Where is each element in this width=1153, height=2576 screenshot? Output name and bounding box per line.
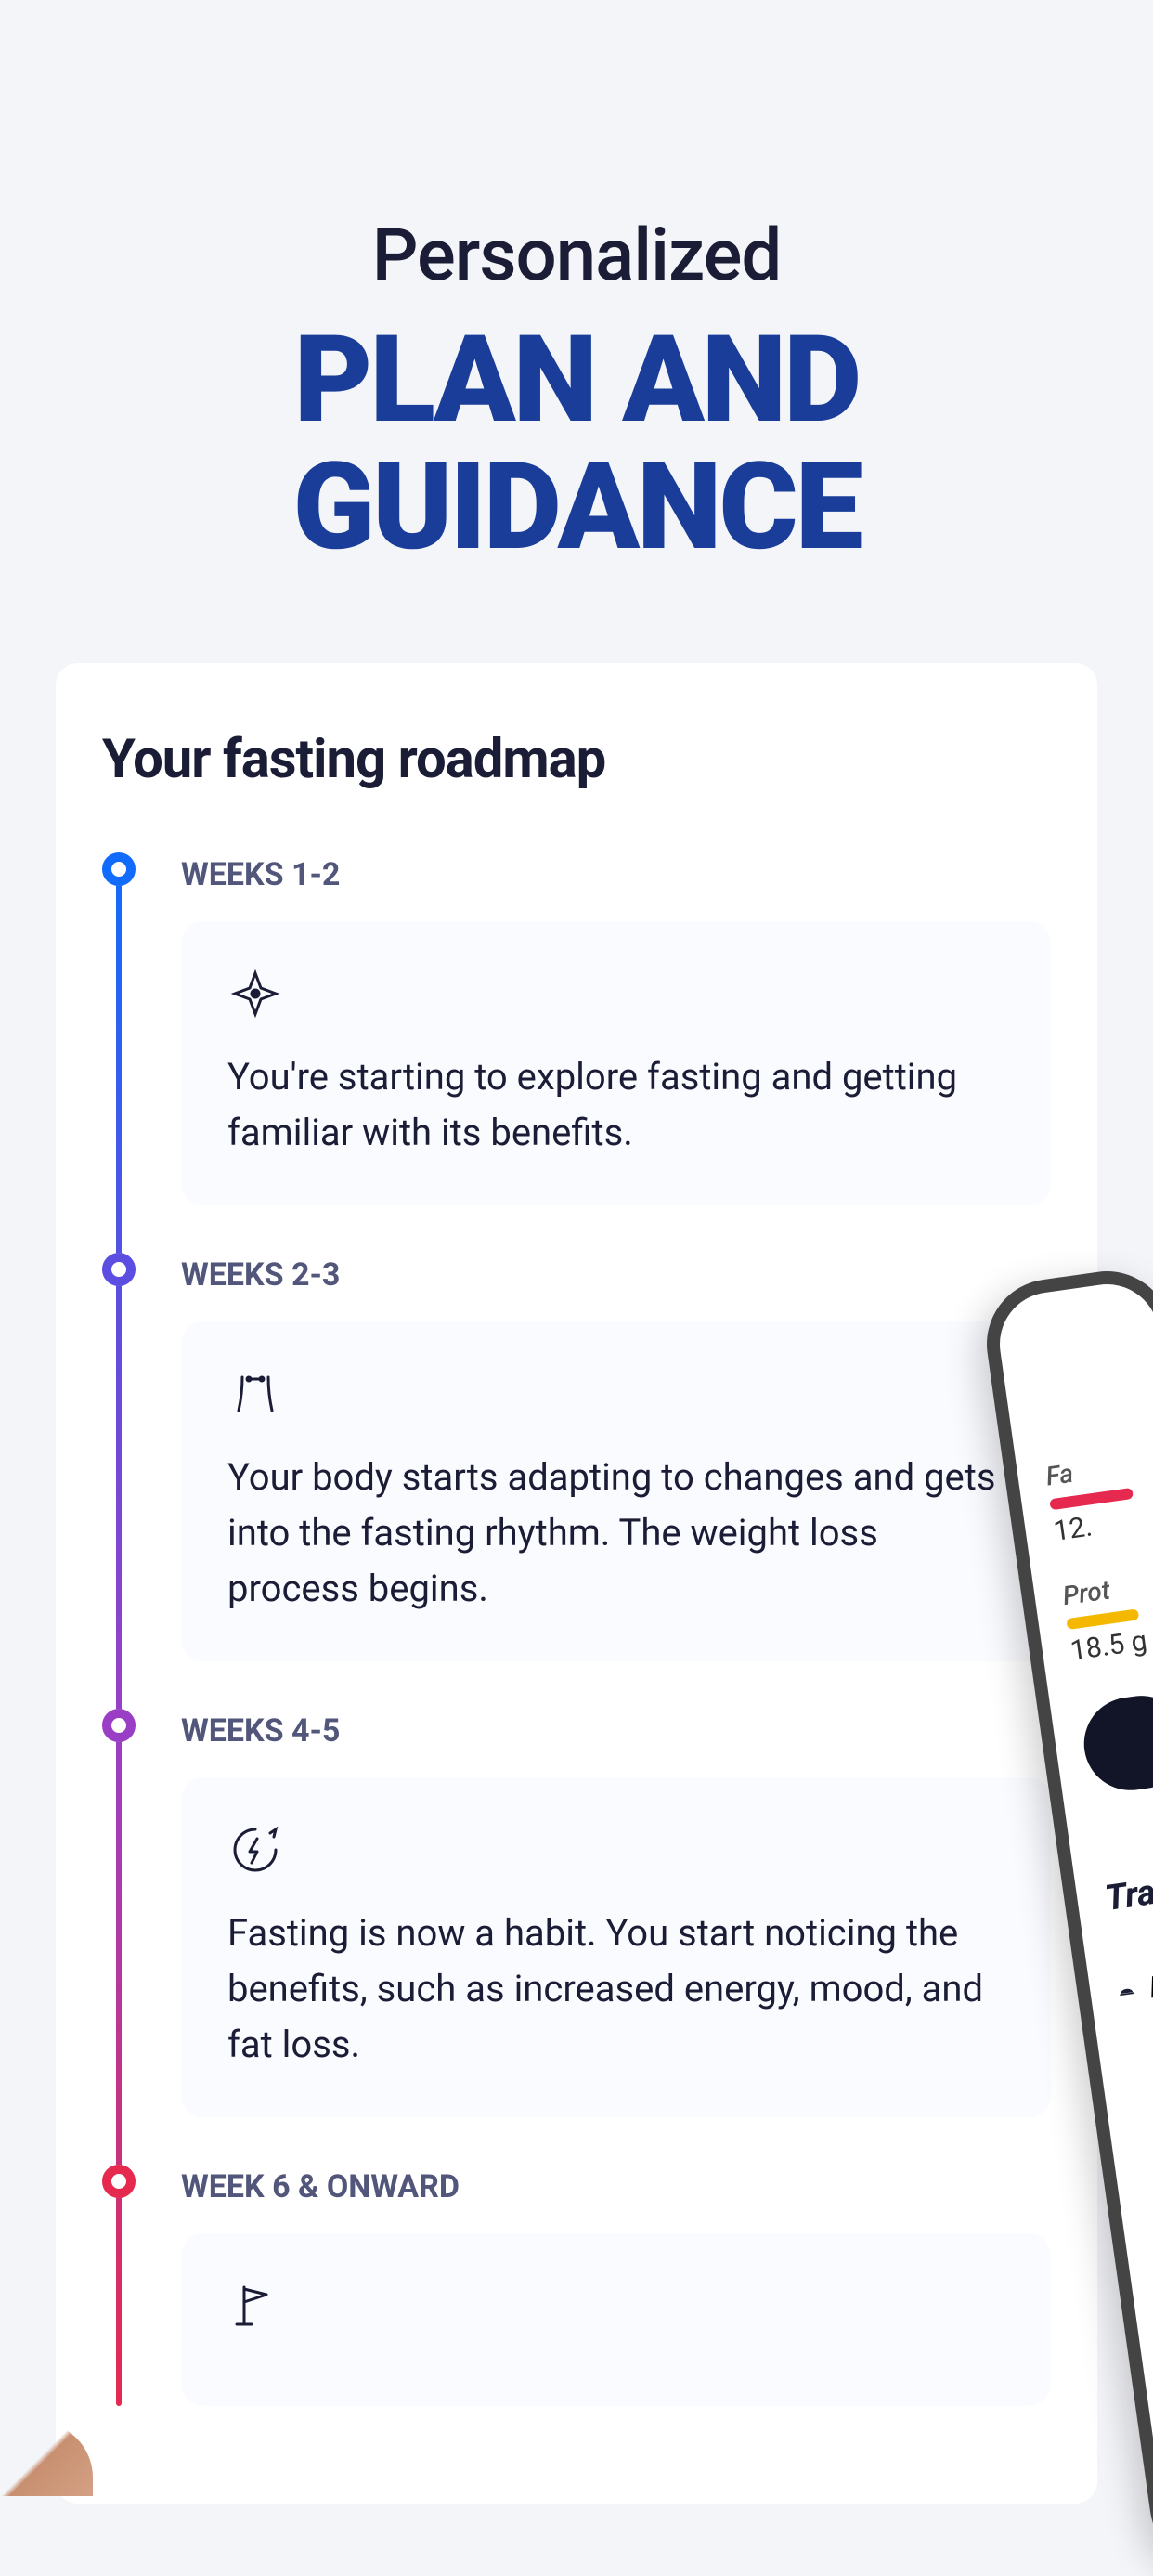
dot-icon [102,852,136,886]
roadmap-card: Fasting is now a habit. You start notici… [181,1777,1051,2117]
hero-subtitle: Personalized [0,214,1153,298]
tracked-heading: Tracked [1103,1865,1153,1919]
dot-icon [102,2165,136,2198]
timeline-item: WEEK 6 & ONWARD [181,2168,1051,2406]
timeline-item: WEEKS 4-5 Fasting is now a habit. You st… [181,1712,1051,2117]
dot-icon [102,1253,136,1286]
week-label: WEEKS 4-5 [181,1712,1051,1750]
panel-title: Your fasting roadmap [102,728,1051,791]
week-label: WEEKS 1-2 [181,856,1051,893]
nutrient-label: Fa [1044,1447,1152,1491]
nutrient-value: 12. [1052,1502,1153,1548]
nutrient-protein: Prot 18.5 g [1061,1567,1153,1668]
week-label: WEEKS 2-3 [181,1256,1051,1294]
hero-title-line2: GUIDANCE [293,436,861,578]
roadmap-card [181,2233,1051,2406]
compass-star-icon [227,966,283,1021]
meal-row[interactable]: Dinne [1113,1942,1153,2028]
meal-label: Dinne [1147,1960,1153,2006]
meal-icon [1117,1975,1137,2007]
flag-icon [227,2278,283,2334]
timeline-item: WEEKS 1-2 You're starting to explore fas… [181,856,1051,1205]
card-text: You're starting to explore fasting and g… [227,1049,1004,1161]
card-text: Your body starts adapting to changes and… [227,1450,1004,1617]
timeline-dot [102,1709,136,1742]
hero-title: PLAN AND GUIDANCE [0,317,1153,570]
card-text: Fasting is now a habit. You start notici… [227,1906,1004,2073]
nutrient-label: Prot [1061,1567,1153,1611]
roadmap-panel: Your fasting roadmap WEEKS 1-2 You're st… [56,663,1097,2504]
nutrient-fat: Fa 12. [1044,1447,1153,1548]
roadmap-card: You're starting to explore fasting and g… [181,921,1051,1205]
timeline: WEEKS 1-2 You're starting to explore fas… [102,856,1051,2406]
week-label: WEEK 6 & ONWARD [181,2168,1051,2205]
hero: Personalized PLAN AND GUIDANCE [0,0,1153,607]
dot-icon [102,1709,136,1742]
timeline-item: WEEKS 2-3 Your body starts adapting to c… [181,1256,1051,1661]
waist-icon [227,1366,283,1422]
timeline-dot [102,2165,136,2198]
timeline-dot [102,852,136,886]
timeline-dot [102,1253,136,1286]
lightning-circle-icon [227,1822,283,1878]
action-button[interactable] [1078,1690,1153,1797]
roadmap-card: Your body starts adapting to changes and… [181,1321,1051,1661]
hero-title-line1: PLAN AND [294,308,859,450]
